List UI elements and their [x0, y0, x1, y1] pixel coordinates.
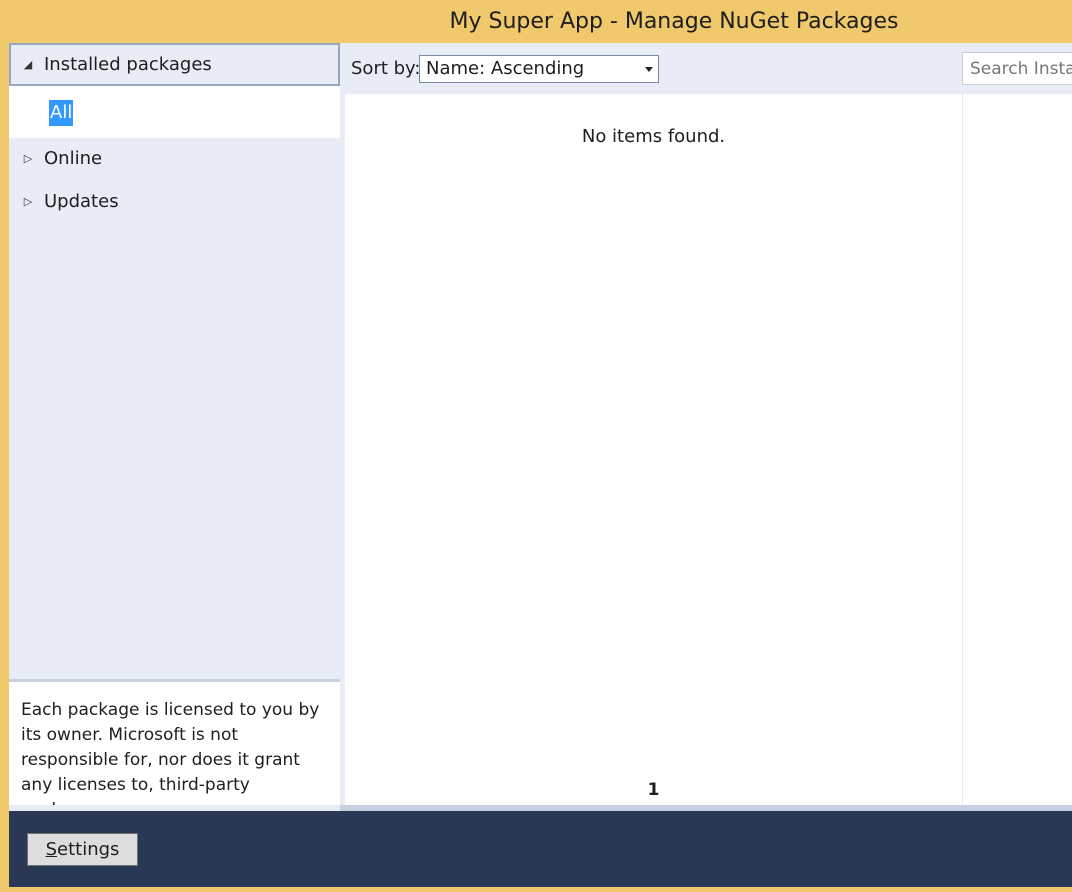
nav-installed-packages[interactable]: ◢ Installed packages: [9, 43, 340, 86]
collapsed-arrow-icon[interactable]: ▷: [21, 138, 35, 180]
results-list: No items found. 1: [345, 94, 962, 805]
window-title-bar: My Super App - Manage NuGet Packages: [0, 0, 1072, 43]
caret-down-icon[interactable]: [645, 67, 653, 72]
results-toolbar: Sort by: Name: Ascending: [340, 43, 1072, 94]
nav-subitem-row: All: [9, 86, 340, 138]
dialog-footer: Settings: [9, 811, 1072, 887]
nav-updates-label: Updates: [44, 191, 119, 212]
nav-online-label: Online: [44, 148, 103, 169]
empty-message: No items found.: [581, 126, 726, 147]
sort-label: Sort by:: [351, 58, 421, 79]
page-number[interactable]: 1: [345, 779, 962, 801]
search-input[interactable]: [962, 52, 1072, 85]
details-pane: [962, 94, 1072, 805]
nav-subitem-all[interactable]: All: [49, 100, 74, 126]
nav-installed-packages-label: Installed packages: [44, 54, 212, 75]
nav-online[interactable]: ▷ Online: [9, 138, 340, 180]
window-title: My Super App - Manage NuGet Packages: [449, 9, 899, 34]
settings-mnemonic: S: [45, 839, 58, 860]
sort-dropdown[interactable]: Name: Ascending: [419, 55, 659, 83]
license-notice: Each package is licensed to you by its o…: [9, 679, 340, 820]
nav-updates[interactable]: ▷ Updates: [9, 181, 340, 223]
settings-button[interactable]: Settings: [27, 833, 138, 866]
settings-label-rest: ettings: [57, 839, 120, 860]
expanded-arrow-icon[interactable]: ◢: [21, 44, 35, 86]
navigation-pane: ◢ Installed packages All ▷ Online ▷ Upda…: [9, 43, 340, 679]
sort-dropdown-value: Name: Ascending: [426, 58, 585, 79]
collapsed-arrow-icon[interactable]: ▷: [21, 181, 35, 223]
